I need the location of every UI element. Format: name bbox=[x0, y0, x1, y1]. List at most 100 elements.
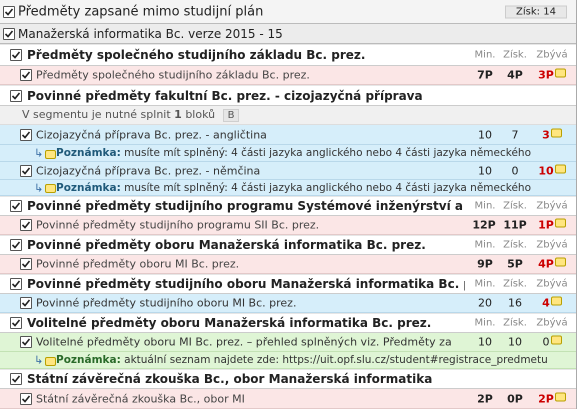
block-zbyva: 10 bbox=[535, 164, 569, 177]
plan-header: Manažerská informatika Bc. verze 2015 - … bbox=[0, 24, 577, 44]
note-icon bbox=[45, 150, 56, 159]
section-title: Povinné předměty oboru Manažerská inform… bbox=[27, 238, 426, 252]
note-icon[interactable] bbox=[554, 164, 566, 173]
section-header: Státní závěrečná zkouška Bc., obor Manaž… bbox=[0, 370, 577, 389]
check-icon bbox=[11, 51, 21, 59]
section-header: Povinné předměty studijního oboru Manaže… bbox=[0, 275, 577, 294]
block-label: Povinné předměty studijního oboru MI Bc.… bbox=[36, 296, 297, 310]
block-label: Povinné předměty studijního programu SII… bbox=[36, 218, 320, 232]
segment-unit: bloků bbox=[185, 108, 216, 121]
check-icon bbox=[21, 130, 31, 139]
section-checkbox[interactable] bbox=[10, 49, 22, 61]
outer-checkbox[interactable] bbox=[3, 5, 15, 18]
check-icon bbox=[11, 241, 21, 249]
plan-checkbox[interactable] bbox=[3, 27, 15, 40]
check-icon bbox=[11, 202, 21, 210]
col-header-zisk: Získ. bbox=[503, 278, 527, 290]
block-min: 10 bbox=[478, 128, 492, 141]
note-icon[interactable] bbox=[550, 335, 562, 345]
outer-zisk: Získ: 14 bbox=[505, 5, 567, 18]
note-icon[interactable] bbox=[554, 392, 566, 401]
block-min: 2P bbox=[477, 392, 493, 405]
note-icon[interactable] bbox=[550, 128, 562, 137]
section-checkbox[interactable] bbox=[10, 89, 22, 102]
section-checkbox[interactable] bbox=[10, 239, 22, 251]
arrow-note-icon: ↳ bbox=[34, 146, 44, 160]
block-zbyva: 1P bbox=[535, 218, 569, 232]
section-title: Státní závěrečná zkouška Bc., obor Manaž… bbox=[27, 372, 433, 386]
section-title: Volitelné předměty oboru Manažerská info… bbox=[27, 316, 432, 330]
col-header-min: Min. bbox=[474, 317, 496, 329]
note-icon[interactable] bbox=[554, 218, 566, 228]
block-row[interactable]: Cizojazyčná příprava Bc. prez. - angličt… bbox=[0, 125, 577, 145]
check-icon bbox=[21, 221, 31, 229]
check-icon bbox=[4, 7, 14, 16]
block-checkbox[interactable] bbox=[20, 336, 32, 348]
section-title: Předměty společného studijního základu B… bbox=[27, 48, 366, 62]
block-checkbox[interactable] bbox=[20, 392, 32, 405]
block-label: Cizojazyčná příprava Bc. prez. - angličt… bbox=[36, 128, 267, 141]
block-checkbox[interactable] bbox=[20, 297, 32, 309]
note-text: aktuální seznam najdete zde: https://uit… bbox=[124, 354, 548, 366]
segment-count: 1 bbox=[174, 108, 182, 121]
note-icon[interactable] bbox=[554, 257, 566, 267]
note-icon[interactable] bbox=[554, 68, 566, 78]
block-row[interactable]: Cizojazyčná příprava Bc. prez. - němčina… bbox=[0, 162, 577, 180]
arrow-note-icon: ↳ bbox=[34, 181, 44, 194]
col-header-min: Min. bbox=[474, 49, 496, 61]
section-checkbox[interactable] bbox=[10, 317, 22, 329]
block-row[interactable]: Předměty společného studijního základu B… bbox=[0, 66, 577, 85]
block-zisk: 4P bbox=[507, 68, 523, 82]
block-zbyva: 4P bbox=[535, 257, 569, 271]
check-icon bbox=[21, 338, 31, 346]
study-plan-panel: Předměty zapsané mimo studijní plán Získ… bbox=[0, 0, 577, 409]
section-checkbox[interactable] bbox=[10, 373, 22, 385]
block-checkbox[interactable] bbox=[20, 69, 32, 81]
block-checkbox[interactable] bbox=[20, 219, 32, 231]
block-checkbox[interactable] bbox=[20, 128, 32, 141]
section-checkbox[interactable] bbox=[10, 278, 22, 290]
check-icon bbox=[11, 319, 21, 327]
arrow-note-icon: ↳ bbox=[34, 353, 44, 367]
block-checkbox[interactable] bbox=[20, 164, 32, 177]
note-icon[interactable] bbox=[550, 296, 562, 306]
check-icon bbox=[21, 166, 31, 175]
segment-pill: B bbox=[222, 109, 240, 122]
block-zbyva: 3P bbox=[535, 68, 569, 82]
section-title: Povinné předměty fakultní Bc. prez. - ci… bbox=[27, 88, 423, 103]
section-header: Povinné předměty fakultní Bc. prez. - ci… bbox=[0, 86, 577, 106]
outer-title: Předměty zapsané mimo studijní plán bbox=[18, 4, 264, 19]
block-checkbox[interactable] bbox=[20, 258, 32, 270]
col-header-zbyva: Zbývá bbox=[536, 49, 568, 61]
col-header-zisk: Získ. bbox=[503, 200, 527, 212]
plan-title: Manažerská informatika Bc. verze 2015 - … bbox=[18, 26, 283, 41]
col-header-zbyva: Zbývá bbox=[536, 317, 568, 329]
block-zisk: 16 bbox=[508, 296, 522, 310]
col-header-zbyva: Zbývá bbox=[536, 239, 568, 251]
block-row[interactable]: Státní závěrečná zkouška Bc., obor MI 2P… bbox=[0, 389, 577, 409]
block-label: Povinné předměty oboru MI Bc. prez. bbox=[36, 257, 240, 271]
col-header-zbyva: Zbývá bbox=[536, 200, 568, 212]
col-header-zisk: Získ. bbox=[503, 317, 527, 329]
block-row[interactable]: Volitelné předměty oboru MI Bc. prez. – … bbox=[0, 333, 577, 352]
note-icon bbox=[45, 357, 56, 366]
block-label: Předměty společného studijního základu B… bbox=[36, 68, 310, 82]
check-icon bbox=[21, 394, 31, 403]
check-icon bbox=[21, 260, 31, 268]
col-header-min: Min. bbox=[474, 278, 496, 290]
block-zisk: 7 bbox=[511, 128, 519, 141]
block-zisk: 11P bbox=[503, 218, 527, 232]
note-icon bbox=[45, 184, 56, 193]
check-icon bbox=[21, 299, 31, 307]
block-row[interactable]: Povinné předměty studijního oboru MI Bc.… bbox=[0, 294, 577, 313]
block-row[interactable]: Povinné předměty oboru MI Bc. prez. 9P 5… bbox=[0, 255, 577, 274]
block-label: Státní závěrečná zkouška Bc., obor MI bbox=[36, 392, 245, 405]
block-zisk: 0 bbox=[511, 164, 519, 177]
check-icon bbox=[11, 280, 21, 288]
note-label: Poznámka: bbox=[56, 181, 121, 194]
block-zisk: 5P bbox=[507, 257, 523, 271]
block-min: 20 bbox=[478, 296, 492, 310]
block-min: 10 bbox=[478, 335, 492, 349]
section-checkbox[interactable] bbox=[10, 200, 22, 212]
block-row[interactable]: Povinné předměty studijního programu SII… bbox=[0, 216, 577, 235]
